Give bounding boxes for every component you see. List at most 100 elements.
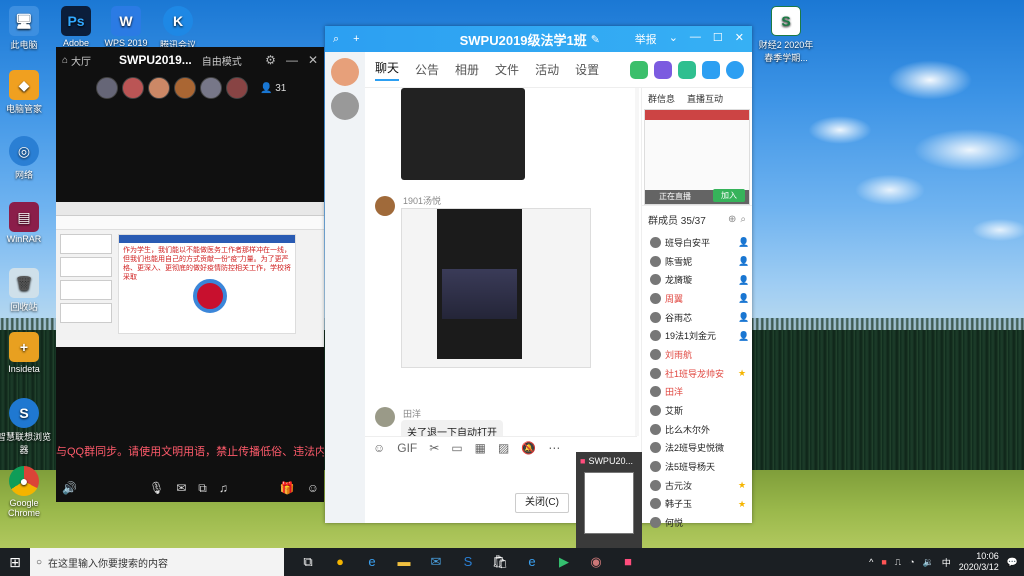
image-library-icon[interactable]: ▦ <box>475 441 486 455</box>
home-icon[interactable]: ⌂ <box>62 55 68 66</box>
minimize-icon[interactable]: — <box>286 53 298 67</box>
member-item[interactable]: 艾斯 <box>642 401 752 420</box>
member-item[interactable]: 社1班导龙帅安 ★ <box>642 364 752 383</box>
desktop-icon-recycle-bin[interactable]: 🗑 回收站 <box>0 268 52 313</box>
tab-live[interactable]: 直播互动 <box>687 92 723 105</box>
scrollbar[interactable] <box>635 88 639 436</box>
picture-icon[interactable]: ▨ <box>498 441 509 455</box>
avatar[interactable] <box>226 77 248 99</box>
tab-activity[interactable]: 活动 <box>535 61 559 78</box>
mute-icon[interactable]: 🔕 <box>521 441 536 455</box>
member-item[interactable]: 田洋 <box>642 383 752 402</box>
clock[interactable]: 10:06 2020/3/12 <box>959 551 999 573</box>
mail-icon[interactable]: ✉ <box>176 481 186 495</box>
gift-icon[interactable]: 🎁 <box>280 481 295 495</box>
minimize-icon[interactable]: — <box>690 31 701 47</box>
chevron-up-icon[interactable]: ^ <box>869 557 873 567</box>
music-icon[interactable]: ♫ <box>219 481 228 495</box>
edge-icon[interactable]: e <box>362 554 382 570</box>
message-image[interactable] <box>401 88 525 180</box>
lobby-link[interactable]: 大厅 <box>71 53 91 68</box>
member-item[interactable]: 周翼 👤 <box>642 289 752 308</box>
member-item[interactable]: 龙旖璇 👤 <box>642 270 752 289</box>
windows-start-icon[interactable]: ⊞ <box>0 554 30 571</box>
live-preview[interactable]: 正在直播 加入 <box>644 109 750 205</box>
store-icon[interactable]: 🛍 <box>490 554 510 570</box>
mode-label[interactable]: 自由模式 <box>202 53 242 68</box>
avatar[interactable] <box>96 77 118 99</box>
member-item[interactable]: 何悦 <box>642 513 752 532</box>
sender-avatar[interactable] <box>375 407 395 427</box>
conversation-avatar[interactable] <box>331 92 359 120</box>
desktop-icon-lenovo-browser[interactable]: S 智慧联想浏览器 <box>0 398 52 456</box>
avatar[interactable] <box>174 77 196 99</box>
desktop-icon-wps[interactable]: W WPS 2019 <box>98 6 154 48</box>
folder-icon[interactable]: ▭ <box>451 441 462 455</box>
search-icon[interactable]: ⌕ <box>740 214 746 225</box>
search-icon[interactable]: ⌕ <box>333 33 339 46</box>
ime-indicator[interactable]: 中 <box>942 556 951 569</box>
notification-icon[interactable]: 💬 <box>1007 557 1018 568</box>
chrome-taskbar-icon[interactable]: ● <box>330 554 350 570</box>
tray-app-icon[interactable]: ■ <box>881 557 886 567</box>
video-icon[interactable] <box>654 60 672 79</box>
file-explorer-icon[interactable]: ▬ <box>394 554 414 570</box>
member-item[interactable]: 法5班导杨天 <box>642 457 752 476</box>
desktop-icon-excel-file[interactable]: S 财经2 2020年春季学期... <box>756 6 816 64</box>
join-button[interactable]: 加入 <box>713 189 745 202</box>
media-icon[interactable]: ▶ <box>554 554 574 570</box>
microphone-icon[interactable]: 🎙 <box>149 481 164 495</box>
avatar[interactable] <box>200 77 222 99</box>
member-item[interactable]: 刘雨航 <box>642 345 752 364</box>
desktop-icon-chrome[interactable]: ● Google Chrome <box>0 466 52 518</box>
tab-album[interactable]: 相册 <box>455 61 479 78</box>
desktop-icon-computer[interactable]: 🖥 此电脑 <box>0 6 52 51</box>
emoji-icon[interactable]: ☺ <box>307 481 319 495</box>
tab-group-info[interactable]: 群信息 <box>648 92 675 105</box>
desktop-icon-network[interactable]: ◎ 网络 <box>0 136 52 181</box>
avatar[interactable] <box>122 77 144 99</box>
member-item[interactable]: 谷雨芯 👤 <box>642 308 752 327</box>
desktop-icon-insideta[interactable]: + Insideta <box>0 332 52 374</box>
conversation-avatar[interactable] <box>331 58 359 86</box>
screen-icon[interactable] <box>678 60 696 79</box>
member-item[interactable]: 法2班导史悦微 <box>642 439 752 458</box>
add-member-icon[interactable]: ⊕ <box>728 214 736 225</box>
more-icon[interactable]: ⋯ <box>548 441 560 455</box>
volume-icon[interactable]: 🔉 <box>923 557 934 568</box>
tab-settings[interactable]: 设置 <box>575 61 599 78</box>
member-count[interactable]: 👤 31 <box>260 83 286 94</box>
member-item[interactable]: 19法1刘金元 👤 <box>642 326 752 345</box>
tab-files[interactable]: 文件 <box>495 61 519 78</box>
close-icon[interactable]: ✕ <box>735 31 744 47</box>
report-link[interactable]: 举报 <box>635 31 657 47</box>
avatar-taskbar-icon[interactable]: ◉ <box>586 554 606 570</box>
desktop-icon-pc-manager[interactable]: ◆ 电脑管家 <box>0 70 52 115</box>
speaker-icon[interactable]: 🔊 <box>62 481 77 495</box>
member-item[interactable]: 班导白安平 👤 <box>642 233 752 252</box>
member-item[interactable]: 比么木尔外 <box>642 420 752 439</box>
add-icon[interactable]: + <box>353 33 359 45</box>
usb-icon[interactable]: ⎍ <box>895 557 901 568</box>
more-icon[interactable] <box>726 60 744 79</box>
tab-notice[interactable]: 公告 <box>415 61 439 78</box>
message-image[interactable] <box>401 208 591 368</box>
member-item[interactable]: 陈雪妮 👤 <box>642 252 752 271</box>
scissors-icon[interactable]: ✂ <box>429 441 439 455</box>
phone-icon[interactable] <box>630 60 648 79</box>
avatar[interactable] <box>148 77 170 99</box>
maximize-icon[interactable]: ☐ <box>713 31 723 47</box>
sender-avatar[interactable] <box>375 196 395 216</box>
qq-taskbar-icon[interactable]: ■ <box>618 554 638 570</box>
emoji-icon[interactable]: ☺ <box>373 441 385 455</box>
task-view-icon[interactable]: ⧉ <box>298 554 318 570</box>
taskbar-preview[interactable]: ■ SWPU20... <box>576 452 642 548</box>
tab-chat[interactable]: 聊天 <box>375 59 400 81</box>
desktop-icon-winrar[interactable]: ▤ WinRAR <box>0 202 52 244</box>
desktop-icon-meeting[interactable]: K 腾讯会议 <box>150 6 206 51</box>
close-icon[interactable]: ✕ <box>308 53 318 67</box>
member-item[interactable]: 古元汝 ★ <box>642 476 752 495</box>
desktop-icon-adobe[interactable]: Ps Adobe <box>48 6 104 48</box>
ie-icon[interactable]: e <box>522 554 542 570</box>
screen-share-icon[interactable]: ⧉ <box>198 481 207 496</box>
